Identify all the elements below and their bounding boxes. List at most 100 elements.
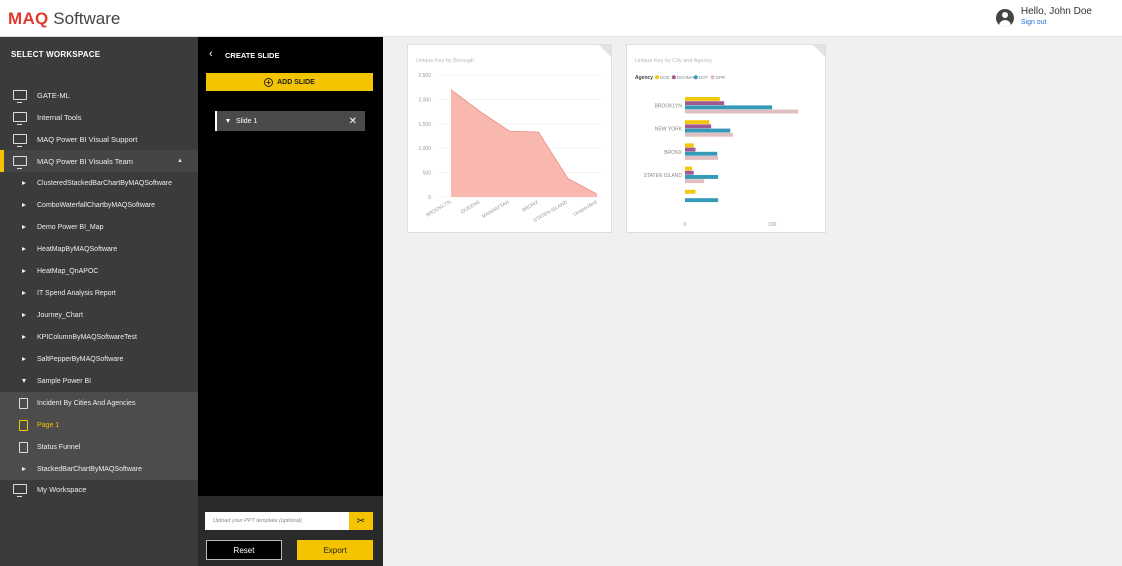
report-label: Journey_Chart [37, 311, 83, 319]
bar [685, 143, 694, 148]
report-label: ComboWaterfallChartbyMAQSoftware [37, 201, 156, 209]
bar [685, 156, 719, 160]
bar [685, 97, 720, 101]
expand-triangle-icon[interactable] [22, 269, 26, 273]
report-label: StackedBarChartByMAQSoftware [37, 465, 143, 473]
y-tick-label: 0 [428, 195, 431, 201]
bar [685, 179, 705, 184]
workspace-item[interactable]: GATE-ML [0, 84, 198, 106]
expand-triangle-icon[interactable] [22, 291, 26, 295]
expand-triangle-icon[interactable] [22, 203, 26, 207]
workspace-label: MAQ Power BI Visuals Team [37, 156, 134, 166]
reset-button[interactable]: Reset [206, 540, 282, 560]
x-tick-label: 0 [684, 222, 687, 228]
sign-out-link[interactable]: Sign out [1021, 19, 1092, 26]
report-item-expanded[interactable]: Sample Power BI [0, 370, 198, 392]
expand-triangle-icon[interactable] [22, 335, 26, 339]
paperclip-icon[interactable]: ✂ [349, 512, 373, 530]
workspace-item[interactable]: Internal Tools [0, 106, 198, 128]
legend-entry: DOT [699, 75, 709, 80]
bar [685, 166, 692, 171]
page-item-active[interactable]: Page 1 [0, 414, 198, 436]
sidebar-title: SELECT WORKSPACE [11, 50, 101, 59]
page-label: Page 1 [37, 421, 60, 429]
report-label: HeatMapByMAQSoftware [37, 245, 118, 253]
report-item[interactable]: SaltPepperByMAQSoftware [0, 348, 198, 370]
monitor-icon [13, 134, 27, 147]
workspace-sidebar: SELECT WORKSPACE GATE-ML Internal Tools … [0, 37, 198, 566]
workspace-item-selected[interactable]: MAQ Power BI Visuals Team ▲ [0, 150, 198, 172]
legend-entry: DOE [660, 75, 670, 80]
bar [685, 147, 696, 152]
slide-row[interactable]: Slide 1 ✕ [215, 111, 365, 131]
export-button[interactable]: Export [297, 540, 373, 560]
report-label: HeatMap_QnAPOC [37, 267, 99, 275]
user-greeting: Hello, John Doe [1020, 6, 1092, 17]
page-label: Status Funnel [37, 443, 81, 451]
y-tick-label: 2,500 [418, 73, 431, 79]
bar [685, 101, 725, 106]
page-icon [19, 441, 28, 453]
y-tick-label: 500 [423, 171, 432, 177]
expand-triangle-icon[interactable] [22, 357, 26, 361]
bar [685, 109, 799, 114]
collapse-caret-icon[interactable]: ▲ [177, 158, 183, 164]
legend-swatch [655, 75, 659, 80]
report-item[interactable]: HeatMap_QnAPOC [0, 260, 198, 282]
report-item[interactable]: KPIColumnByMAQSoftwareTest [0, 326, 198, 348]
y-tick-label: 2,000 [418, 97, 431, 103]
report-item[interactable]: ComboWaterfallChartbyMAQSoftware [0, 194, 198, 216]
back-chevron-icon[interactable]: ‹ [209, 48, 213, 60]
report-label: IT Spend Analysis Report [37, 289, 116, 297]
bar [685, 120, 710, 125]
bar-chart: Agency DOE DOHMH DOT DPR 0 100 BROOKLYN NEW YORK… [635, 75, 799, 228]
user-area: Hello, John Doe Sign out [995, 6, 1092, 27]
workspace-label: Internal Tools [37, 112, 82, 122]
x-tick-label: 100 [768, 222, 777, 228]
monitor-icon [13, 156, 27, 169]
logo-brand: MAQ [8, 9, 49, 28]
workspace-item[interactable]: My Workspace [0, 478, 198, 500]
page-item[interactable]: Incident By Cities And Agencies [0, 392, 198, 414]
report-item[interactable]: IT Spend Analysis Report [0, 282, 198, 304]
collapse-triangle-icon[interactable] [22, 379, 26, 383]
expand-triangle-icon[interactable] [22, 225, 26, 229]
x-tick-label: BROOKLYN [425, 199, 452, 218]
visual-card[interactable]: Unique Key by Borough 0 500 1,000 1,500 2,00… [407, 44, 612, 233]
page-icon [19, 419, 28, 431]
expand-triangle-icon[interactable] [22, 313, 26, 317]
expand-triangle-icon[interactable] [22, 181, 26, 185]
add-slide-label: ADD SLIDE [277, 78, 315, 86]
user-avatar-icon[interactable] [995, 9, 1014, 27]
maq-software-logo[interactable]: MAQ Software [8, 9, 120, 29]
visual-card[interactable]: Unique Key by City and Agency Agency DOE D… [626, 44, 826, 233]
workspace-label: My Workspace [37, 484, 87, 494]
expand-triangle-icon[interactable] [226, 119, 230, 123]
y-tick-label: STATEN ISLAND [644, 173, 683, 179]
create-slide-panel: ‹ CREATE SLIDE + ADD SLIDE Slide 1 ✕ Upl… [198, 37, 383, 566]
expand-triangle-icon[interactable] [22, 247, 26, 251]
monitor-icon [13, 484, 27, 497]
page-item[interactable]: Status Funnel [0, 436, 198, 458]
bar [685, 128, 731, 133]
bar [685, 105, 773, 110]
y-tick-label: 1,000 [418, 146, 431, 152]
report-item[interactable]: Journey_Chart [0, 304, 198, 326]
upload-template-input[interactable]: Upload your PPT template (optional) ✂ [205, 512, 373, 530]
add-slide-button[interactable]: + ADD SLIDE [206, 73, 373, 91]
report-item[interactable]: ClusteredStackedBarChartByMAQSoftware [0, 172, 198, 194]
export-area: Upload your PPT template (optional) ✂ Re… [198, 496, 383, 566]
report-label: SaltPepperByMAQSoftware [37, 355, 124, 363]
report-item[interactable]: HeatMapByMAQSoftware [0, 238, 198, 260]
report-label: Sample Power BI [37, 377, 92, 385]
report-item[interactable]: StackedBarChartByMAQSoftware [0, 458, 198, 480]
workspace-item[interactable]: MAQ Power BI Visual Support [0, 128, 198, 150]
page-label: Incident By Cities And Agencies [37, 399, 136, 407]
close-icon[interactable]: ✕ [349, 116, 357, 127]
report-label: Demo Power BI_Map [37, 223, 104, 231]
expand-triangle-icon[interactable] [22, 467, 26, 471]
y-tick-label: NEW YORK [655, 127, 683, 133]
report-label: ClusteredStackedBarChartByMAQSoftware [37, 179, 172, 187]
report-item[interactable]: Demo Power BI_Map [0, 216, 198, 238]
monitor-icon [13, 90, 27, 103]
